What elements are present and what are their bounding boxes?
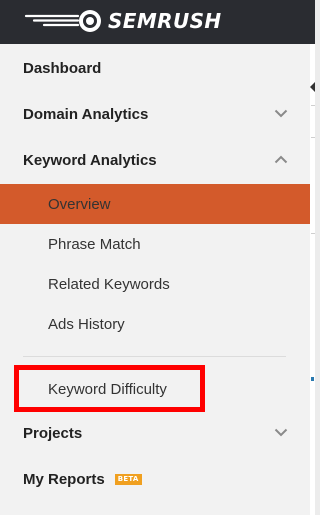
sidebar-item-keyword-analytics[interactable]: Keyword Analytics [0, 140, 310, 180]
sidebar-subitem-related-keywords[interactable]: Related Keywords [0, 264, 310, 304]
semrush-logo[interactable]: SEMRUSH [24, 7, 222, 35]
edge-divider [311, 137, 315, 138]
sidebar-item-label: Related Keywords [48, 275, 170, 293]
edge-mark [311, 377, 314, 381]
sidebar-item-my-reports[interactable]: My Reports BETA [0, 459, 310, 499]
sidebar-item-dashboard[interactable]: Dashboard [0, 48, 310, 88]
sidebar-subitem-ads-history[interactable]: Ads History [0, 304, 310, 344]
collapse-arrow-icon[interactable] [310, 82, 315, 92]
edge-divider [311, 105, 315, 106]
brand-wordmark: SEMRUSH [108, 9, 222, 33]
content-edge [310, 44, 315, 515]
chevron-down-icon [274, 109, 288, 118]
chevron-down-icon [274, 428, 288, 437]
sidebar-subitem-overview[interactable]: Overview [0, 184, 310, 224]
sidebar-item-label: My Reports [23, 470, 105, 488]
chevron-up-icon [274, 155, 288, 164]
edge-divider [311, 233, 315, 234]
sidebar-item-label: Phrase Match [48, 235, 141, 253]
sidebar-item-label: Dashboard [23, 59, 102, 77]
sidebar-item-domain-analytics[interactable]: Domain Analytics [0, 94, 310, 134]
sidebar-item-label: Projects [23, 424, 83, 442]
sidebar-item-label: Overview [48, 195, 111, 213]
annotation-highlight-box [14, 365, 205, 412]
app-header: SEMRUSH [0, 0, 315, 44]
sidebar-item-label: Domain Analytics [23, 105, 149, 123]
sidebar-item-label: Keyword Analytics [23, 151, 157, 169]
semrush-fireball-icon [24, 10, 101, 32]
beta-badge: BETA [114, 473, 142, 485]
sidebar-divider [23, 356, 286, 357]
sidebar-item-projects[interactable]: Projects [0, 413, 310, 453]
sidebar-item-label: Ads History [48, 315, 125, 333]
sidebar-subitem-phrase-match[interactable]: Phrase Match [0, 224, 310, 264]
